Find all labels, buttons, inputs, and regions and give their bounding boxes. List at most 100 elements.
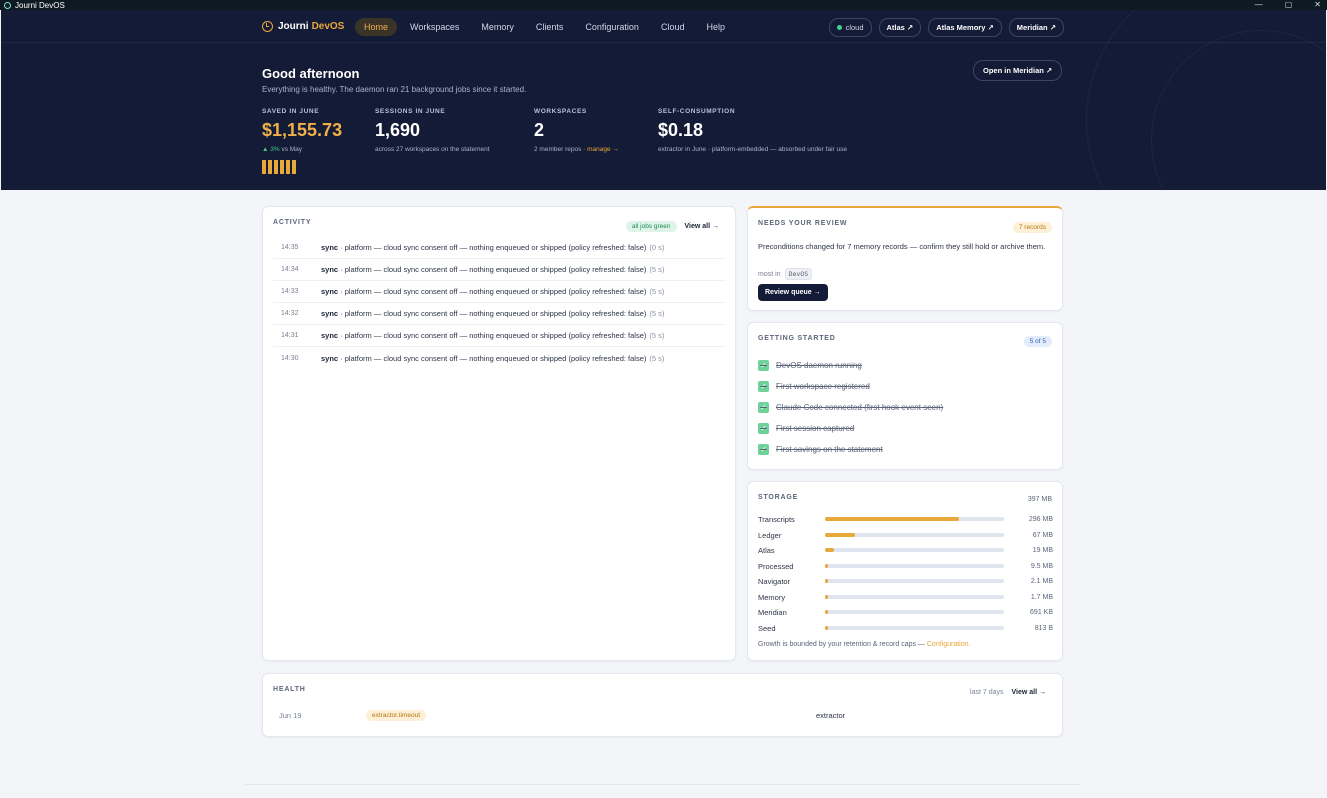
spark-bar <box>292 160 296 174</box>
stat-sessions: SESSIONS IN JUNE 1,690 across 27 workspa… <box>375 108 490 153</box>
health-view-all-link[interactable]: View all → <box>1012 689 1047 696</box>
storage-row: Transcripts 296 MB <box>758 513 1053 525</box>
brand[interactable]: Journi DevOS <box>262 21 344 32</box>
spark-bar <box>286 160 290 174</box>
activity-row[interactable]: 14:32 sync · platform — cloud sync conse… <box>273 303 726 325</box>
activity-row[interactable]: 14:33 sync · platform — cloud sync conse… <box>273 281 726 303</box>
nav-right: cloud Atlas ↗ Atlas Memory ↗ Meridian ↗ <box>828 18 1064 37</box>
storage-size: 813 B <box>1034 624 1053 632</box>
checklist-item: ✓ First savings on the statement <box>758 444 883 455</box>
health-card: HEALTH last 7 days View all → Jun 19 ext… <box>262 673 1063 737</box>
brand-accent: DevOS <box>311 21 345 32</box>
review-count-badge: 7 records <box>1012 222 1052 233</box>
storage-row: Memory 1.7 MB <box>758 591 1053 603</box>
status-dot-icon <box>836 25 842 30</box>
activity-row[interactable]: 14:34 sync · platform — cloud sync conse… <box>273 259 726 281</box>
nav-memory[interactable]: Memory <box>472 18 523 36</box>
savings-sparkline <box>262 160 296 174</box>
storage-row: Processed 9.5 MB <box>758 560 1053 572</box>
stat-sub-text: 2 member repos · <box>534 146 588 153</box>
storage-bar-fill <box>825 548 834 552</box>
storage-name: Transcripts <box>758 514 795 524</box>
greeting: Good afternoon <box>262 66 360 81</box>
nav-configuration[interactable]: Configuration <box>576 18 648 36</box>
getting-started-badge: 5 of 5 <box>1023 336 1052 347</box>
storage-card: STORAGE 397 MB Transcripts 296 MB Ledger 6… <box>747 481 1063 661</box>
storage-footer: Growth is bounded by your retention & re… <box>758 641 970 648</box>
storage-row: Atlas 19 MB <box>758 544 1053 556</box>
stat-value: 1,690 <box>375 120 421 140</box>
storage-name: Memory <box>758 592 786 602</box>
activity-row[interactable]: 14:35 sync · platform — cloud sync conse… <box>273 237 726 259</box>
review-queue-button[interactable]: Review queue → <box>758 284 828 301</box>
cloud-status-pill[interactable]: cloud <box>828 18 872 37</box>
nav-workspaces[interactable]: Workspaces <box>401 18 468 36</box>
storage-total: 397 MB <box>1027 496 1052 503</box>
maximize-icon[interactable]: ▢ <box>1285 0 1293 9</box>
activity-kind: sync <box>321 243 339 252</box>
nav-clients[interactable]: Clients <box>527 18 573 36</box>
storage-size: 67 MB <box>1032 531 1053 539</box>
nav-links: Home Workspaces Memory Clients Configura… <box>355 18 734 36</box>
close-icon[interactable]: ✕ <box>1314 0 1321 9</box>
storage-bar <box>825 533 1004 537</box>
storage-footer-text: Growth is bounded by your retention & re… <box>758 641 927 648</box>
spark-bar <box>262 160 266 174</box>
brand-name: Journi <box>278 21 309 32</box>
nav-help[interactable]: Help <box>697 18 734 36</box>
nav-home[interactable]: Home <box>355 18 398 36</box>
activity-view-all-link[interactable]: View all → <box>685 223 720 230</box>
spark-bar <box>274 160 278 174</box>
open-in-meridian-button[interactable]: Open in Meridian ↗ <box>973 60 1063 81</box>
activity-header-actions: all jobs green View all → <box>625 221 720 232</box>
activity-row[interactable]: 14:31 sync · platform — cloud sync conse… <box>273 325 726 347</box>
health-range: last 7 days <box>970 689 1004 696</box>
storage-bar <box>825 579 1004 583</box>
stat-label: SELF-CONSUMPTION <box>658 108 736 115</box>
activity-message: · platform — cloud sync consent off — no… <box>340 309 647 318</box>
activity-message: · platform — cloud sync consent off — no… <box>340 331 647 340</box>
cloud-status-label: cloud <box>845 23 864 32</box>
checklist-item: ✓ Claude Code connected (first hook event… <box>758 402 943 413</box>
greeting-subtitle: Everything is healthy. The daemon ran 21… <box>262 85 527 94</box>
activity-duration: (0 s) <box>649 243 665 252</box>
atlas-link-button[interactable]: Atlas ↗ <box>878 18 922 37</box>
minimize-icon[interactable]: — <box>1255 0 1263 9</box>
activity-row[interactable]: 14:30 sync · platform — cloud sync conse… <box>273 347 726 369</box>
storage-name: Meridian <box>758 607 787 617</box>
storage-bar <box>825 626 1004 630</box>
clock-logo-icon <box>262 21 273 32</box>
check-icon: ✓ <box>758 360 769 371</box>
stat-sub: 2 member repos · manage → <box>534 146 619 153</box>
storage-name: Processed <box>758 561 794 571</box>
storage-row: Meridian 691 KB <box>758 606 1053 618</box>
atlas-memory-link-button[interactable]: Atlas Memory ↗ <box>928 18 1002 37</box>
storage-row: Navigator 2.1 MB <box>758 575 1053 587</box>
activity-kind: sync <box>321 353 339 363</box>
stat-value: $0.18 <box>658 120 704 140</box>
getting-started-title: GETTING STARTED <box>758 335 836 342</box>
review-most-in: most in DevOS <box>758 268 813 280</box>
checklist-label: DevOS daemon running <box>776 361 862 370</box>
stat-label: SESSIONS IN JUNE <box>375 108 446 115</box>
stat-sub: across 27 workspaces on the statement <box>375 146 490 153</box>
most-in-workspace: DevOS <box>784 268 813 280</box>
health-source: extractor <box>816 711 846 720</box>
meridian-link-button[interactable]: Meridian ↗ <box>1008 18 1064 37</box>
manage-link[interactable]: manage → <box>587 146 619 153</box>
storage-row: Ledger 67 MB <box>758 529 1053 541</box>
window-controls: — ▢ ✕ <box>1255 0 1321 9</box>
storage-bar-fill <box>825 564 829 568</box>
storage-size: 19 MB <box>1032 546 1053 554</box>
review-title: NEEDS YOUR REVIEW <box>758 220 848 227</box>
storage-bar-fill <box>825 595 828 599</box>
top-nav: Journi DevOS Home Workspaces Memory Clie… <box>1 10 1326 43</box>
storage-bar-fill <box>825 626 828 630</box>
configuration-link[interactable]: Configuration. <box>927 641 971 648</box>
stat-value: 2 <box>534 120 545 140</box>
nav-cloud[interactable]: Cloud <box>652 18 694 36</box>
activity-message: · platform — cloud sync consent off — no… <box>340 287 647 296</box>
jobs-status-badge: all jobs green <box>625 221 677 232</box>
stat-saved: SAVED IN JUNE $1,155.73 ▲ 3% vs May <box>262 108 342 153</box>
storage-bar-fill <box>825 533 856 537</box>
